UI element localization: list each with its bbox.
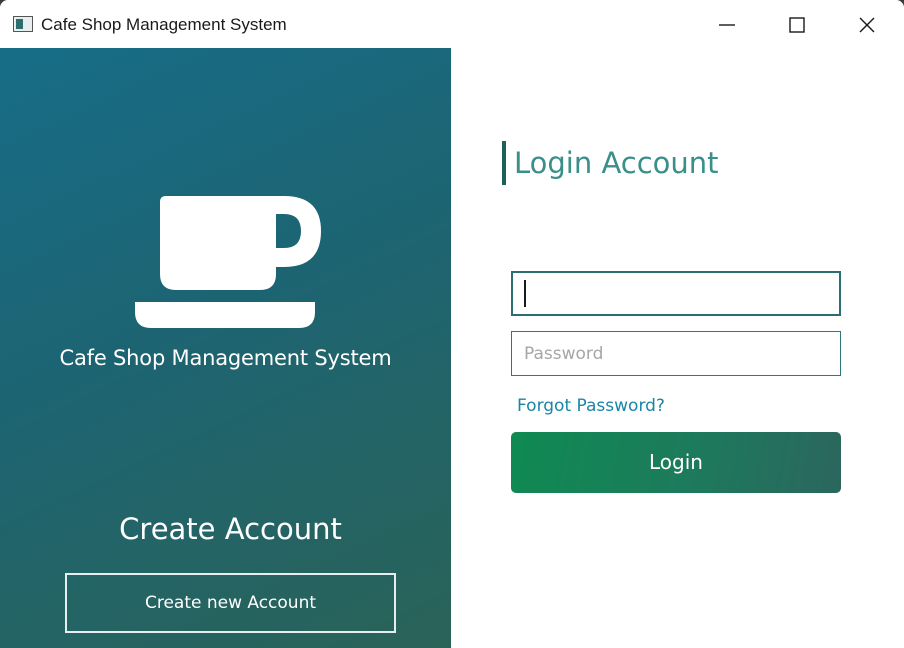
login-panel: Login Account Forgot Password? Login — [451, 48, 904, 648]
forgot-password-link[interactable]: Forgot Password? — [517, 395, 665, 417]
create-account-heading: Create Account — [119, 512, 342, 546]
minimize-button[interactable] — [692, 0, 762, 48]
minimize-icon — [719, 24, 735, 26]
maximize-icon — [789, 17, 805, 33]
title-bar[interactable]: Cafe Shop Management System — [0, 0, 904, 48]
heading-accent-bar — [502, 141, 506, 185]
login-button[interactable]: Login — [511, 432, 841, 493]
username-input[interactable] — [511, 271, 841, 316]
close-button[interactable] — [832, 0, 902, 48]
app-window: Cafe Shop Management System Cafe Shop Ma… — [0, 0, 904, 648]
password-input[interactable] — [511, 331, 841, 376]
close-icon — [859, 17, 875, 33]
login-heading: Login Account — [514, 146, 719, 180]
maximize-button[interactable] — [762, 0, 832, 48]
app-icon — [13, 16, 33, 32]
text-caret — [524, 280, 526, 307]
window-title: Cafe Shop Management System — [41, 15, 287, 34]
left-panel: Cafe Shop Management System Create Accou… — [0, 48, 451, 648]
coffee-cup-icon — [135, 196, 321, 328]
brand-text: Cafe Shop Management System — [59, 346, 392, 370]
create-account-button[interactable]: Create new Account — [65, 573, 396, 633]
